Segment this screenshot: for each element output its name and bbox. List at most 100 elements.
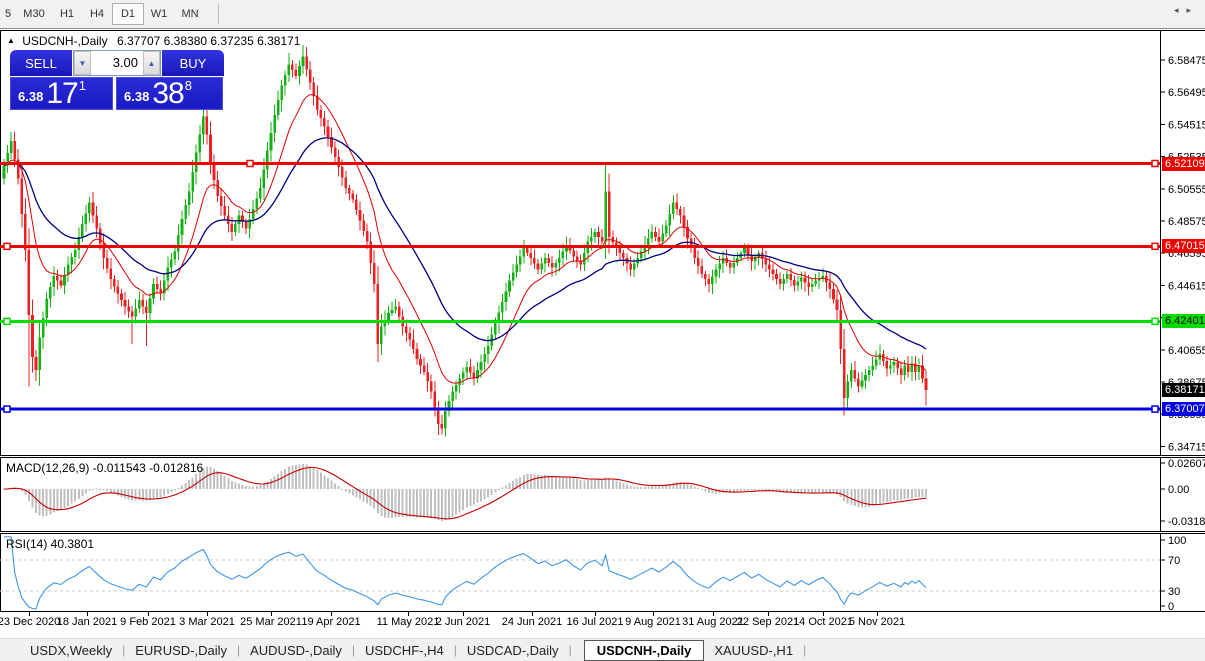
- chart-tab-audusd-[interactable]: AUDUSD-,Daily: [246, 643, 346, 658]
- tab-separator: |: [569, 643, 572, 657]
- volume-input[interactable]: 3.00: [91, 51, 143, 75]
- tab-separator: |: [454, 643, 457, 657]
- svg-text:6.54515: 6.54515: [1168, 119, 1205, 131]
- hline-price-label-6.52109: 6.52109: [1162, 157, 1205, 171]
- timeframe-button-MN[interactable]: MN: [174, 3, 206, 25]
- svg-text:6.44615: 6.44615: [1168, 280, 1205, 292]
- current-price-label: 6.38171: [1162, 383, 1205, 397]
- tab-separator: |: [122, 643, 125, 657]
- buy-price-display[interactable]: 6.38 38 8: [116, 77, 223, 110]
- svg-text:6.34715: 6.34715: [1168, 441, 1205, 453]
- toolbar-separator: [218, 4, 219, 24]
- mt4-chart-window: 5M30H1H4D1W1MN 6.58475 6.56495 6.54515 6.52…: [0, 0, 1205, 661]
- time-axis-label[interactable]: 14 Oct 2021: [793, 616, 853, 628]
- svg-text:6.48575: 6.48575: [1168, 216, 1205, 228]
- tab-scroll-right-icon[interactable]: ▸: [1186, 5, 1199, 15]
- svg-text:-0.03187: -0.03187: [1168, 516, 1205, 528]
- svg-text:6.56495: 6.56495: [1168, 87, 1205, 99]
- sell-price-big: 17: [46, 80, 77, 107]
- time-axis-label[interactable]: 31 Aug 2021: [682, 616, 744, 628]
- svg-text:70: 70: [1168, 555, 1180, 567]
- chart-ohlc-values: 6.37707 6.38380 6.37235 6.38171: [117, 34, 301, 48]
- line-handle[interactable]: [1152, 161, 1158, 167]
- time-axis-label[interactable]: 25 Mar 2021: [240, 616, 302, 628]
- buy-price-sup: 8: [185, 78, 192, 93]
- rsi-indicator-canvas[interactable]: 100 70 30 0: [0, 534, 1205, 611]
- time-axis-label[interactable]: 23 Dec 2020: [0, 616, 60, 628]
- buy-button[interactable]: BUY: [162, 50, 224, 76]
- macd-label: MACD(12,26,9) -0.011543 -0.012816: [6, 461, 203, 475]
- time-axis-label[interactable]: 9 Aug 2021: [625, 616, 681, 628]
- volume-increase-button[interactable]: ▲: [143, 51, 160, 75]
- chart-tab-bar: USDX,Weekly | EURUSD-,Daily | AUDUSD-,Daily |…: [0, 638, 1205, 661]
- chart-tab-eurusd-[interactable]: EURUSD-,Daily: [131, 643, 231, 658]
- svg-text:0.00: 0.00: [1168, 484, 1189, 496]
- svg-text:0: 0: [1168, 601, 1174, 611]
- chart-tab-usdcnh-[interactable]: USDCNH-,Daily: [584, 640, 705, 661]
- timeframe-button-H4[interactable]: H4: [82, 3, 112, 25]
- time-axis-label[interactable]: 9 Feb 2021: [120, 616, 176, 628]
- time-axis-label[interactable]: 3 Mar 2021: [179, 616, 235, 628]
- rsi-axis[interactable]: 100 70 30 0: [1160, 535, 1186, 611]
- line-handle[interactable]: [4, 243, 10, 249]
- svg-text:6.50555: 6.50555: [1168, 184, 1205, 196]
- ma-fast-line: [4, 95, 926, 384]
- ma-slow-line: [4, 138, 926, 349]
- time-axis-label[interactable]: 19 Apr 2021: [301, 616, 360, 628]
- timeframe-button-D1[interactable]: D1: [112, 3, 144, 25]
- chart-tab-usdchf-[interactable]: USDCHF-,H4: [361, 643, 448, 658]
- sell-price-sup: 1: [79, 78, 86, 93]
- timeframe-button-W1[interactable]: W1: [144, 3, 174, 25]
- timeframe-button-5[interactable]: 5: [0, 3, 16, 25]
- tab-separator: |: [352, 643, 355, 657]
- hline-price-label-6.37007: 6.37007: [1162, 402, 1205, 416]
- macd-axis[interactable]: 0.02607 0.00 -0.03187: [1160, 458, 1205, 528]
- hline-price-label-6.42401: 6.42401: [1162, 314, 1205, 328]
- chart-symbol-timeframe: USDCNH-,Daily: [22, 34, 107, 48]
- tab-scroll-left-icon[interactable]: ◂: [1174, 5, 1187, 15]
- line-handle[interactable]: [4, 318, 10, 324]
- volume-decrease-button[interactable]: ▼: [74, 51, 91, 75]
- svg-text:0.02607: 0.02607: [1168, 458, 1205, 470]
- time-axis-label[interactable]: 24 Jun 2021: [502, 616, 563, 628]
- time-axis-label[interactable]: 22 Sep 2021: [737, 616, 799, 628]
- svg-text:100: 100: [1168, 535, 1186, 547]
- line-handle[interactable]: [247, 161, 253, 167]
- line-handle[interactable]: [1152, 243, 1158, 249]
- volume-stepper: ▼ 3.00 ▲: [73, 50, 161, 76]
- buy-price-small: 6.38: [124, 89, 149, 104]
- collapse-panel-icon[interactable]: ▲: [7, 36, 15, 45]
- timeframe-button-M30[interactable]: M30: [16, 3, 52, 25]
- tab-separator: |: [237, 643, 240, 657]
- timeframe-button-H1[interactable]: H1: [52, 3, 82, 25]
- one-click-trading-panel: SELL ▼ 3.00 ▲ BUY 6.38 17 1 6.38 38 8: [10, 50, 224, 110]
- line-handle[interactable]: [1152, 406, 1158, 412]
- chart-title: ▲ USDCNH-,Daily 6.37707 6.38380 6.37235 …: [7, 34, 300, 48]
- sell-price-small: 6.38: [18, 89, 43, 104]
- time-axis-label[interactable]: 11 May 2021: [377, 616, 440, 628]
- macd-panel-bottom-border: [0, 531, 1205, 532]
- tab-scroll-arrows[interactable]: ◂▸: [1174, 5, 1199, 16]
- hline-price-label-6.47015: 6.47015: [1162, 239, 1205, 253]
- line-handle[interactable]: [4, 406, 10, 412]
- chart-tab-xauusd-[interactable]: XAUUSD-,H1: [710, 643, 797, 658]
- main-panel-bottom-border: [0, 455, 1205, 456]
- rsi-label: RSI(14) 40.3801: [6, 537, 94, 551]
- buy-price-big: 38: [152, 80, 183, 107]
- svg-text:6.40655: 6.40655: [1168, 345, 1205, 357]
- rsi-panel-bottom-border: [0, 611, 1205, 612]
- line-handle[interactable]: [1152, 318, 1158, 324]
- time-axis-label[interactable]: 5 Nov 2021: [849, 616, 905, 628]
- time-axis-label[interactable]: 18 Jan 2021: [57, 616, 118, 628]
- time-axis-label[interactable]: 2 Jun 2021: [436, 616, 490, 628]
- sell-button[interactable]: SELL: [10, 50, 72, 76]
- rsi-line: [4, 537, 926, 609]
- svg-text:30: 30: [1168, 586, 1180, 598]
- sell-price-display[interactable]: 6.38 17 1: [10, 77, 113, 110]
- tab-separator: |: [803, 643, 806, 657]
- chart-tab-usdx[interactable]: USDX,Weekly: [26, 643, 116, 658]
- timeframe-toolbar: 5M30H1H4D1W1MN: [0, 0, 1205, 29]
- time-axis-label[interactable]: 16 Jul 2021: [567, 616, 624, 628]
- svg-text:6.58475: 6.58475: [1168, 55, 1205, 67]
- chart-tab-usdcad-[interactable]: USDCAD-,Daily: [463, 643, 563, 658]
